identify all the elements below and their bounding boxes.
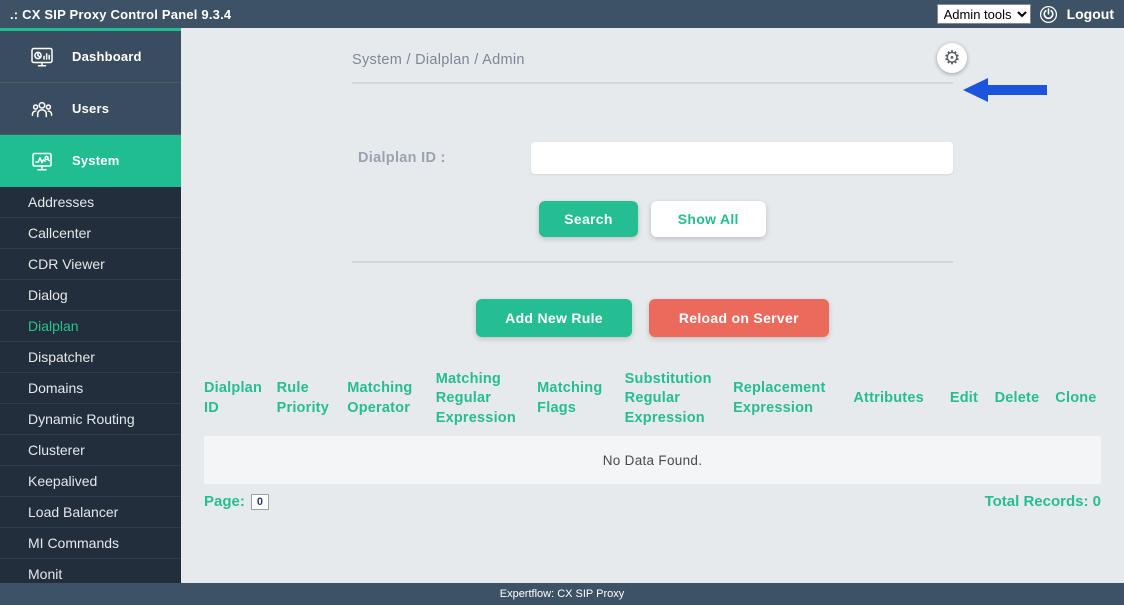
- sidebar-item-mi-commands[interactable]: MI Commands: [0, 528, 181, 559]
- column-header-delete: Delete: [995, 389, 1047, 409]
- column-header-edit: Edit: [950, 389, 986, 409]
- settings-button[interactable]: ⚙: [937, 43, 967, 73]
- sidebar-item-domains[interactable]: Domains: [0, 373, 181, 404]
- main-content: System / Dialplan / Admin ⚙ Dialplan ID …: [181, 28, 1124, 583]
- footer-bar: Expertflow: CX SIP Proxy: [0, 583, 1124, 605]
- annotation-arrow-icon: [963, 77, 1049, 103]
- system-icon: [28, 148, 56, 174]
- gear-icon: ⚙: [943, 49, 960, 68]
- column-header-substitution-regular-expression: Substitution Regular Expression: [625, 370, 724, 429]
- top-bar: .: CX SIP Proxy Control Panel 9.3.4 Admi…: [0, 0, 1124, 28]
- column-header-matching-flags: Matching Flags: [537, 379, 616, 418]
- sidebar-item-callcenter[interactable]: Callcenter: [0, 218, 181, 249]
- sidebar-item-label: Load Balancer: [28, 504, 118, 520]
- sidebar-item-addresses[interactable]: Addresses: [0, 187, 181, 218]
- logout-button[interactable]: Logout: [1067, 6, 1114, 22]
- users-icon: [28, 96, 56, 122]
- breadcrumb-bar: System / Dialplan / Admin ⚙: [352, 28, 953, 84]
- add-new-rule-button[interactable]: Add New Rule: [476, 299, 632, 337]
- admin-tools-select[interactable]: Admin tools: [937, 4, 1031, 24]
- breadcrumb: System / Dialplan / Admin: [352, 52, 525, 68]
- column-header-attributes: Attributes: [853, 389, 940, 409]
- sidebar-item-clusterer[interactable]: Clusterer: [0, 435, 181, 466]
- reload-on-server-button[interactable]: Reload on Server: [649, 299, 829, 337]
- search-form: Dialplan ID : Search Show All: [352, 142, 953, 237]
- sidebar-item-label: Users: [72, 101, 109, 116]
- sidebar-item-dialog[interactable]: Dialog: [0, 280, 181, 311]
- dashboard-icon: [28, 44, 56, 70]
- dialplan-id-input[interactable]: [531, 142, 953, 174]
- sidebar-item-monit[interactable]: Monit: [0, 559, 181, 583]
- sidebar-item-label: CDR Viewer: [28, 256, 105, 272]
- empty-table-row: No Data Found.: [204, 436, 1101, 484]
- show-all-button[interactable]: Show All: [651, 201, 766, 237]
- sidebar-item-label: Monit: [28, 566, 62, 582]
- column-header-matching-regular-expression: Matching Regular Expression: [436, 370, 528, 429]
- sidebar-item-label: Addresses: [28, 194, 94, 210]
- section-divider: [352, 261, 953, 263]
- sidebar-item-label: Callcenter: [28, 225, 91, 241]
- column-header-rule-priority: Rule Priority: [277, 379, 339, 418]
- sidebar-item-label: Dialplan: [28, 318, 79, 334]
- sidebar-item-dialplan[interactable]: Dialplan: [0, 311, 181, 342]
- dialplan-id-label: Dialplan ID :: [352, 150, 531, 166]
- column-header-matching-operator: Matching Operator: [347, 379, 427, 418]
- sidebar-item-label: Dialog: [28, 287, 68, 303]
- sidebar: Dashboard Users System: [0, 28, 181, 583]
- column-header-replacement-expression: Replacement Expression: [733, 379, 844, 418]
- sidebar-item-label: Clusterer: [28, 442, 85, 458]
- sidebar-item-label: Dynamic Routing: [28, 411, 135, 427]
- search-button[interactable]: Search: [539, 201, 638, 237]
- column-header-clone: Clone: [1055, 389, 1101, 409]
- sidebar-item-label: Domains: [28, 380, 83, 396]
- sidebar-item-dispatcher[interactable]: Dispatcher: [0, 342, 181, 373]
- sidebar-item-system[interactable]: System: [0, 135, 181, 187]
- no-data-message: No Data Found.: [603, 453, 703, 468]
- rule-actions: Add New Rule Reload on Server: [181, 299, 1124, 337]
- table-header-row: Dialplan ID Rule Priority Matching Opera…: [204, 368, 1101, 430]
- sidebar-item-dynamic-routing[interactable]: Dynamic Routing: [0, 404, 181, 435]
- footer-text: Expertflow: CX SIP Proxy: [500, 588, 625, 600]
- sidebar-item-label: Dashboard: [72, 49, 142, 64]
- page-label: Page:: [204, 493, 245, 510]
- rules-table: Dialplan ID Rule Priority Matching Opera…: [204, 368, 1101, 510]
- sidebar-item-label: System: [72, 153, 119, 168]
- sidebar-item-load-balancer[interactable]: Load Balancer: [0, 497, 181, 528]
- sidebar-item-label: Dispatcher: [28, 349, 95, 365]
- sidebar-item-label: MI Commands: [28, 535, 119, 551]
- column-header-dialplan-id: Dialplan ID: [204, 379, 268, 418]
- sidebar-item-label: Keepalived: [28, 473, 97, 489]
- sidebar-item-dashboard[interactable]: Dashboard: [0, 31, 181, 83]
- total-records: Total Records: 0: [985, 493, 1101, 510]
- topbar-right-group: Admin tools Logout: [937, 4, 1114, 24]
- sidebar-item-users[interactable]: Users: [0, 83, 181, 135]
- app-title: .: CX SIP Proxy Control Panel 9.3.4: [10, 7, 231, 22]
- page-number-button[interactable]: 0: [251, 494, 269, 510]
- pagination-bar: Page: 0 Total Records: 0: [204, 493, 1101, 510]
- sidebar-item-cdr-viewer[interactable]: CDR Viewer: [0, 249, 181, 280]
- power-icon[interactable]: [1039, 4, 1059, 24]
- sidebar-item-keepalived[interactable]: Keepalived: [0, 466, 181, 497]
